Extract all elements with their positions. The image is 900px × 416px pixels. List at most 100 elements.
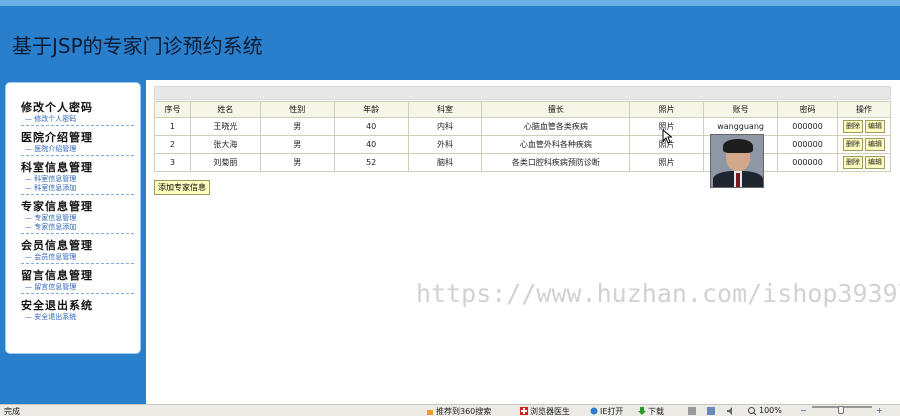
cell-age: 40 bbox=[333, 117, 409, 136]
col-specialty: 擅长 bbox=[481, 101, 631, 118]
menu-title-hospital: 医院介绍管理 bbox=[21, 131, 93, 144]
zoom-level[interactable]: 100% bbox=[759, 406, 782, 415]
menu-group-message: 留言信息管理 — 留言信息管理 bbox=[21, 269, 134, 294]
menu-item-change-password[interactable]: — 修改个人密码 bbox=[21, 115, 134, 124]
download-label: 下载 bbox=[648, 407, 664, 416]
cell-dept: 内科 bbox=[407, 117, 483, 136]
menu-item-department-add[interactable]: — 科室信息添加 bbox=[21, 184, 134, 193]
menu-divider bbox=[21, 125, 134, 126]
edit-button[interactable]: 编辑 bbox=[865, 120, 885, 133]
menu-item-hospital-manage[interactable]: — 医院介绍管理 bbox=[21, 145, 134, 154]
cell-dept: 外科 bbox=[407, 135, 483, 154]
delete-button[interactable]: 删除 bbox=[843, 138, 863, 151]
expert-table: 序号 姓名 性别 年龄 科室 擅长 照片 账号 密码 操作 1 王晓光 男 40… bbox=[154, 101, 891, 172]
menu-divider bbox=[21, 233, 134, 234]
browser-doctor-link[interactable]: 浏览器医生 bbox=[520, 406, 570, 416]
table-row: 2 张大海 男 40 外科 心血管外科各种疾病 照片 000000 删除 编辑 bbox=[154, 135, 891, 154]
cell-dept: 脑科 bbox=[407, 153, 483, 172]
photo-link[interactable]: 照片 bbox=[659, 158, 675, 167]
cell-actions: 删除 编辑 bbox=[837, 117, 891, 136]
cell-gender: 男 bbox=[259, 117, 335, 136]
menu-group-department: 科室信息管理 — 科室信息管理 — 科室信息添加 bbox=[21, 161, 134, 195]
menu-group-member: 会员信息管理 — 会员信息管理 bbox=[21, 239, 134, 264]
menu-group-hospital: 医院介绍管理 — 医院介绍管理 bbox=[21, 131, 134, 156]
col-photo: 照片 bbox=[629, 101, 705, 118]
menu-group-expert: 专家信息管理 — 专家信息管理 — 专家信息添加 bbox=[21, 200, 134, 234]
zoom-icon[interactable] bbox=[748, 407, 756, 415]
sound-icon[interactable] bbox=[727, 407, 735, 415]
zoom-out-icon[interactable]: − bbox=[800, 406, 807, 415]
menu-divider bbox=[21, 194, 134, 195]
ie-open-link[interactable]: IE打开 bbox=[590, 406, 623, 416]
cell-no: 2 bbox=[154, 135, 191, 154]
cell-account: wangguang bbox=[703, 117, 779, 136]
menu-divider bbox=[21, 293, 134, 294]
menu-item-expert-add[interactable]: — 专家信息添加 bbox=[21, 223, 134, 232]
add-expert-button[interactable]: 添加专家信息 bbox=[154, 180, 210, 195]
edit-button[interactable]: 编辑 bbox=[865, 156, 885, 169]
app-header: 基于JSP的专家门诊预约系统 bbox=[0, 0, 900, 80]
cell-age: 52 bbox=[333, 153, 409, 172]
cell-photo: 照片 bbox=[629, 153, 705, 172]
col-account: 账号 bbox=[703, 101, 779, 118]
menu-item-expert-manage[interactable]: — 专家信息管理 bbox=[21, 214, 134, 223]
delete-button[interactable]: 删除 bbox=[843, 156, 863, 169]
menu-item-department-manage[interactable]: — 科室信息管理 bbox=[21, 175, 134, 184]
cell-gender: 男 bbox=[259, 153, 335, 172]
col-name: 姓名 bbox=[189, 101, 261, 118]
menu-title-member: 会员信息管理 bbox=[21, 239, 93, 252]
menu-item-member-manage[interactable]: — 会员信息管理 bbox=[21, 253, 134, 262]
cell-name: 王晓光 bbox=[189, 117, 261, 136]
table-header-row: 序号 姓名 性别 年龄 科室 擅长 照片 账号 密码 操作 bbox=[154, 101, 891, 118]
cell-password: 000000 bbox=[777, 117, 838, 136]
menu-title-logout: 安全退出系统 bbox=[21, 299, 93, 312]
header-topline bbox=[0, 0, 900, 6]
cell-password: 000000 bbox=[777, 153, 838, 172]
table-row: 1 王晓光 男 40 内科 心脑血管各类疾病 照片 wangguang 0000… bbox=[154, 117, 891, 136]
col-actions: 操作 bbox=[837, 101, 891, 118]
download-link[interactable]: 下载 bbox=[638, 406, 664, 416]
col-no: 序号 bbox=[154, 101, 191, 118]
cell-specialty: 心脑血管各类疾病 bbox=[481, 117, 631, 136]
cell-age: 40 bbox=[333, 135, 409, 154]
cell-name: 刘菊丽 bbox=[189, 153, 261, 172]
col-password: 密码 bbox=[777, 101, 838, 118]
menu-title-expert: 专家信息管理 bbox=[21, 200, 93, 213]
cell-no: 1 bbox=[154, 117, 191, 136]
watermark-text: https://www.huzhan.com/ishop39397 bbox=[416, 279, 900, 308]
col-gender: 性别 bbox=[259, 101, 335, 118]
cell-name: 张大海 bbox=[189, 135, 261, 154]
status-text: 完成 bbox=[4, 407, 20, 416]
menu-title-message: 留言信息管理 bbox=[21, 269, 93, 282]
sidebar-menu: 修改个人密码 — 修改个人密码 医院介绍管理 — 医院介绍管理 科室信息管理 —… bbox=[5, 82, 141, 354]
cell-specialty: 各类口腔科疾病预防诊断 bbox=[481, 153, 631, 172]
menu-divider bbox=[21, 263, 134, 264]
menu-item-logout[interactable]: — 安全退出系统 bbox=[21, 313, 134, 322]
photo-tie bbox=[736, 173, 740, 187]
col-age: 年龄 bbox=[333, 101, 409, 118]
download-icon bbox=[638, 407, 646, 415]
col-dept: 科室 bbox=[407, 101, 483, 118]
tools-icon[interactable] bbox=[688, 407, 696, 415]
menu-title-department: 科室信息管理 bbox=[21, 161, 93, 174]
browser-doctor-label: 浏览器医生 bbox=[530, 407, 570, 416]
edit-button[interactable]: 编辑 bbox=[865, 138, 885, 151]
zoom-slider-handle[interactable] bbox=[838, 406, 844, 414]
ie-open-label: IE打开 bbox=[600, 407, 624, 416]
ie-icon bbox=[590, 407, 598, 415]
menu-divider bbox=[21, 155, 134, 156]
cell-specialty: 心血管外科各种疾病 bbox=[481, 135, 631, 154]
delete-button[interactable]: 删除 bbox=[843, 120, 863, 133]
photo-hair bbox=[723, 139, 753, 153]
recommend-360-link[interactable]: 推荐到360搜索 bbox=[426, 406, 491, 416]
cell-gender: 男 bbox=[259, 135, 335, 154]
zoom-in-icon[interactable]: + bbox=[876, 406, 883, 415]
window-icon[interactable] bbox=[707, 407, 715, 415]
menu-group-password: 修改个人密码 — 修改个人密码 bbox=[21, 101, 134, 126]
menu-item-message-manage[interactable]: — 留言信息管理 bbox=[21, 283, 134, 292]
cell-actions: 删除 编辑 bbox=[837, 135, 891, 154]
cell-password: 000000 bbox=[777, 135, 838, 154]
app-title: 基于JSP的专家门诊预约系统 bbox=[12, 34, 263, 58]
table-row: 3 刘菊丽 男 52 脑科 各类口腔科疾病预防诊断 照片 000000 删除 编辑 bbox=[154, 153, 891, 172]
mouse-cursor-icon bbox=[662, 129, 672, 144]
